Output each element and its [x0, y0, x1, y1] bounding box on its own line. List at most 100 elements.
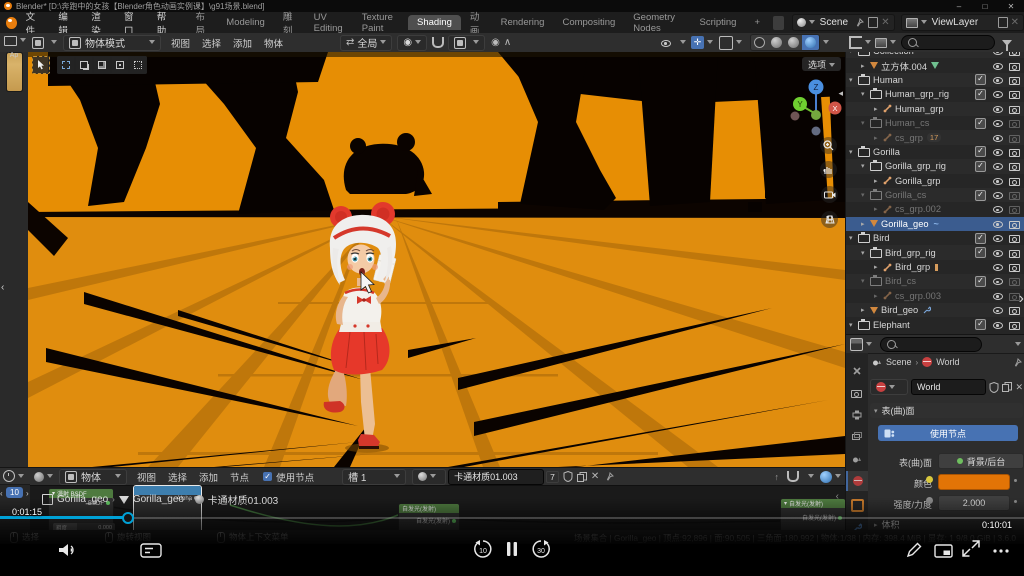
display-mode-icon[interactable]: [875, 38, 887, 48]
disable-render-icon[interactable]: [1009, 61, 1021, 71]
shader-menu-item[interactable]: 选择: [162, 470, 193, 484]
hide-eye-icon[interactable]: [992, 190, 1004, 200]
snap-target-dropdown[interactable]: [448, 35, 485, 51]
workspace-tab[interactable]: Scripting: [691, 15, 746, 30]
tab-scene[interactable]: [846, 449, 868, 469]
fake-user-shield-icon[interactable]: [989, 382, 999, 393]
disable-render-icon[interactable]: [1009, 89, 1021, 99]
viewport-menu-item[interactable]: 选择: [196, 36, 227, 50]
shader-editor-icon[interactable]: [34, 472, 44, 482]
asset-browser-header[interactable]: [4, 35, 26, 46]
next-frame-chevron[interactable]: ›: [26, 489, 29, 498]
properties-panel[interactable]: Scene › World World ✕ ▾ 表(曲)面 使用节点 表(曲)面…: [845, 334, 1024, 531]
parent-node-tree-icon[interactable]: ↑: [775, 472, 780, 482]
outliner-row[interactable]: Gorilla_grp ~: [846, 174, 1024, 188]
viewport-editor-icon[interactable]: [32, 37, 44, 49]
wireframe-shading-button[interactable]: [751, 35, 768, 50]
outliner-row[interactable]: Bird_grp_rig ~: [846, 245, 1024, 259]
exclude-checkbox[interactable]: [975, 190, 986, 201]
shader-snap-caret-icon[interactable]: [805, 471, 814, 482]
outliner-row[interactable]: Elephant ~: [846, 317, 1024, 331]
hide-eye-icon[interactable]: [992, 75, 1004, 85]
danmaku-toggle-button[interactable]: [140, 543, 162, 558]
exclude-checkbox[interactable]: [975, 161, 986, 172]
outliner-row[interactable]: 立方体.004 ~: [846, 58, 1024, 72]
exclude-checkbox[interactable]: [975, 276, 986, 287]
disclosure-arrow[interactable]: [874, 292, 883, 300]
hide-eye-icon[interactable]: [992, 133, 1004, 143]
exclude-checkbox[interactable]: [975, 146, 986, 157]
disable-render-icon[interactable]: [1009, 276, 1021, 286]
node-editor-scroll-chevron[interactable]: ‹: [836, 491, 839, 502]
color-keyframe-dot[interactable]: [926, 476, 933, 483]
disclosure-arrow[interactable]: [861, 162, 870, 170]
material-unlink-icon[interactable]: ✕: [591, 471, 599, 482]
outliner-item-label[interactable]: Human_cs: [885, 118, 929, 128]
more-options-button[interactable]: [992, 548, 1010, 554]
viewport-menu-item[interactable]: 物体: [258, 36, 289, 50]
hide-eye-icon[interactable]: [992, 305, 1004, 315]
pin-icon[interactable]: [855, 18, 864, 27]
shader-pin-icon[interactable]: [605, 472, 614, 481]
exclude-checkbox[interactable]: [975, 319, 986, 330]
breadcrumb-material-name[interactable]: 卡通材质01.003: [208, 492, 279, 507]
move-view-button[interactable]: [820, 161, 837, 178]
pause-button[interactable]: [505, 541, 519, 557]
workspace-tab[interactable]: UV Editing: [305, 10, 353, 36]
material-browse-dropdown[interactable]: [412, 469, 446, 485]
node-canvas[interactable]: ▾漫射 BSDF BSDF 粗度 0.000 Alpha 自发光(发射) 自发光…: [30, 485, 845, 531]
hide-eye-icon[interactable]: [992, 262, 1004, 272]
hide-eye-icon[interactable]: [992, 320, 1004, 330]
outliner-item-label[interactable]: Collection: [873, 52, 914, 56]
select-difference-button[interactable]: [111, 56, 129, 74]
pip-button[interactable]: [934, 544, 953, 558]
disclosure-arrow[interactable]: [874, 177, 883, 185]
hide-eye-icon[interactable]: [992, 233, 1004, 243]
hide-eye-icon[interactable]: [992, 104, 1004, 114]
outliner-panel[interactable]: Collection ~: [845, 52, 1024, 334]
outliner-item-label[interactable]: Gorilla: [873, 147, 900, 157]
disclosure-arrow[interactable]: [874, 205, 883, 213]
disclosure-arrow[interactable]: [861, 277, 870, 285]
outliner-row[interactable]: Human_grp ~: [846, 102, 1024, 116]
outliner-editor-icon[interactable]: [849, 36, 862, 49]
exclude-checkbox[interactable]: [975, 118, 986, 129]
disable-render-icon[interactable]: [1009, 133, 1021, 143]
scene-name[interactable]: Scene: [820, 17, 848, 28]
material-copy-icon[interactable]: [577, 472, 587, 482]
outliner-row[interactable]: cs_grp.002 ~: [846, 202, 1024, 216]
outliner-item-label[interactable]: Gorilla_grp_rig: [885, 161, 946, 171]
shader-overlay-toggle[interactable]: [820, 471, 832, 483]
breadcrumb-scene[interactable]: Scene: [886, 357, 912, 367]
gizmo-toggle[interactable]: ✛: [691, 36, 704, 49]
disable-render-icon[interactable]: [1009, 262, 1021, 272]
sidebar-toggle-arrow[interactable]: ◂: [838, 88, 843, 99]
properties-search-input[interactable]: [880, 337, 982, 352]
disable-render-icon[interactable]: [1009, 147, 1021, 157]
select-extend-button[interactable]: [75, 56, 93, 74]
outliner-item-label[interactable]: Elephant: [873, 320, 910, 330]
outliner-row[interactable]: Gorilla_geo ~: [846, 217, 1024, 231]
zoom-view-button[interactable]: [820, 137, 837, 154]
hide-eye-icon[interactable]: [992, 219, 1004, 229]
disclosure-arrow[interactable]: [861, 119, 870, 127]
tab-view-layer[interactable]: [846, 427, 868, 447]
outliner-item-label[interactable]: cs_grp.003: [895, 291, 941, 301]
breadcrumb-mesh-name[interactable]: Gorilla_geo: [133, 494, 184, 505]
outliner-item-label[interactable]: cs_grp.002: [895, 204, 941, 214]
scene-selector[interactable]: Scene ✕: [792, 14, 895, 31]
view-layer-name[interactable]: ViewLayer: [932, 17, 979, 28]
outliner-row[interactable]: Bird ~: [846, 231, 1024, 245]
viewport-editor-caret-icon[interactable]: [48, 37, 57, 48]
material-users-count[interactable]: 7: [546, 471, 559, 483]
overlays-toggle[interactable]: [719, 36, 733, 50]
disclosure-arrow[interactable]: [861, 249, 870, 257]
outliner-row[interactable]: Bird_cs ~: [846, 274, 1024, 288]
rewind-button[interactable]: 10: [472, 540, 494, 558]
disclosure-arrow[interactable]: [861, 306, 870, 314]
forward-button[interactable]: 30: [530, 540, 552, 558]
properties-pin-icon[interactable]: [1013, 358, 1022, 367]
outliner-item-label[interactable]: Gorilla_grp: [895, 176, 940, 186]
emission-node-2[interactable]: ▾自发光(发射) 自发光(发射): [780, 498, 845, 531]
unlink-world-icon[interactable]: ✕: [1015, 382, 1023, 393]
